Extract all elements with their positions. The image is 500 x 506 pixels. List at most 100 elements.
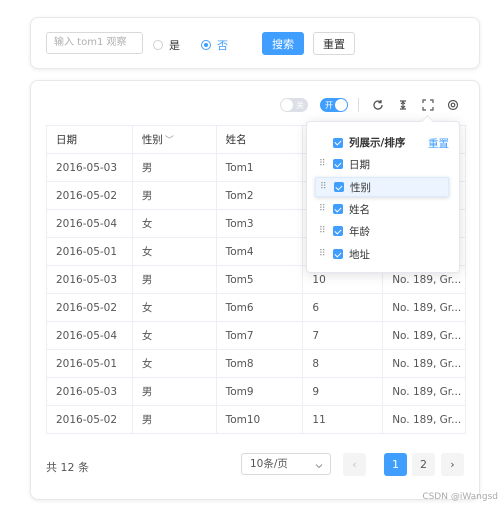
table-cell: Tom6 [215, 293, 304, 322]
column-checkbox[interactable] [333, 159, 343, 169]
table-cell: 女 [131, 209, 217, 238]
table-cell: Tom3 [215, 209, 304, 238]
table-cell: No. 189, Gr... [382, 377, 466, 406]
radio-no-label: 否 [217, 39, 228, 52]
column-checkbox[interactable] [333, 226, 343, 236]
column-option-label: 日期 [349, 158, 370, 171]
table-cell: Tom5 [215, 265, 304, 294]
search-input[interactable]: 输入 tom1 观察 [46, 32, 143, 54]
column-option-label: 年龄 [349, 225, 370, 238]
drag-handle-icon[interactable]: ⠿ [319, 159, 327, 169]
prev-page-button[interactable]: ‹ [343, 453, 366, 476]
table-cell: 男 [131, 405, 217, 434]
table-cell: 7 [302, 321, 384, 350]
table-cell: 2016-05-02 [46, 181, 133, 210]
table-cell: No. 189, Gr... [382, 405, 466, 434]
toolbar-divider [358, 98, 359, 112]
filter-chevron-icon[interactable]: ﹀ [165, 136, 174, 146]
column-option-item[interactable]: ⠿ 地址 [315, 244, 449, 264]
table-cell: 男 [131, 153, 217, 182]
switch-knob [335, 99, 347, 111]
table-cell: Tom4 [215, 237, 304, 266]
page-size-value: 10条/页 [250, 458, 288, 470]
column-checkbox[interactable] [333, 204, 343, 214]
fullscreen-icon[interactable] [421, 98, 435, 112]
table-cell: No. 189, Gr... [382, 349, 466, 378]
table-cell: 2016-05-01 [46, 349, 133, 378]
column-header-gender[interactable]: 性别 ﹀ [131, 125, 217, 154]
toggle-off-switch[interactable]: 关 [280, 98, 308, 112]
drag-handle-icon[interactable]: ⠿ [319, 204, 327, 214]
popover-reset-button[interactable]: 重置 [428, 136, 449, 151]
table-row: 2016-05-04 女 Tom7 7 No. 189, Gr... [46, 321, 466, 350]
drag-handle-icon[interactable]: ⠿ [319, 249, 327, 259]
table-row: 2016-05-03 男 Tom9 9 No. 189, Gr... [46, 377, 466, 406]
table-cell: 2016-05-03 [46, 377, 133, 406]
toggle-on-switch[interactable]: 开 [320, 98, 348, 112]
table-cell: 女 [131, 237, 217, 266]
drag-handle-icon[interactable]: ⠿ [320, 182, 328, 192]
search-button[interactable]: 搜索 [262, 32, 304, 55]
column-option-item[interactable]: ⠿ 日期 [315, 154, 449, 174]
column-checkbox[interactable] [334, 182, 344, 192]
table-cell: 2016-05-04 [46, 209, 133, 238]
table-cell: 男 [131, 181, 217, 210]
table-cell: 2016-05-04 [46, 321, 133, 350]
drag-handle-icon[interactable]: ⠿ [319, 226, 327, 236]
radio-yes[interactable]: 是 [153, 37, 180, 53]
select-all-checkbox[interactable] [333, 137, 343, 148]
switch-on-label: 开 [325, 100, 333, 110]
watermark: CSDN @iWangsd [422, 492, 498, 502]
table-cell: 女 [131, 349, 217, 378]
density-icon[interactable] [396, 98, 410, 112]
table-cell: Tom9 [215, 377, 304, 406]
radio-yes-dot[interactable] [153, 40, 163, 50]
table-row: 2016-05-01 女 Tom8 8 No. 189, Gr... [46, 349, 466, 378]
table-cell: 2016-05-02 [46, 405, 133, 434]
table-row: 2016-05-02 女 Tom6 6 No. 189, Gr... [46, 293, 466, 322]
table-cell: 11 [302, 405, 384, 434]
table-row: 2016-05-02 男 Tom10 11 No. 189, Gr... [46, 405, 466, 434]
search-card: 输入 tom1 观察 是 否 搜索 重置 [30, 17, 480, 69]
table-cell: 9 [302, 377, 384, 406]
table-cell: 男 [131, 377, 217, 406]
radio-no[interactable]: 否 [201, 37, 228, 53]
settings-icon[interactable] [446, 98, 460, 112]
table-cell: Tom10 [215, 405, 304, 434]
radio-yes-label: 是 [169, 39, 180, 52]
reset-button[interactable]: 重置 [313, 32, 355, 55]
table-cell: 2016-05-02 [46, 293, 133, 322]
page-2-button[interactable]: 2 [412, 453, 435, 476]
column-option-item[interactable]: ⠿ 年龄 [315, 221, 449, 241]
table-cell: 6 [302, 293, 384, 322]
column-header-label: 性别 [141, 134, 163, 146]
switch-off-label: 关 [296, 100, 304, 110]
table-cell: 8 [302, 349, 384, 378]
table-cell: 2016-05-03 [46, 153, 133, 182]
table-cell: Tom7 [215, 321, 304, 350]
column-option-item[interactable]: ⠿ 姓名 [315, 199, 449, 219]
table-cell: No. 189, Gr... [382, 321, 466, 350]
column-header-name[interactable]: 姓名 [215, 125, 304, 154]
radio-no-dot[interactable] [201, 40, 211, 50]
table-cell: 男 [131, 265, 217, 294]
page-1-button[interactable]: 1 [384, 453, 407, 476]
table-cell: 女 [131, 293, 217, 322]
column-header-date[interactable]: 日期 [46, 125, 133, 154]
column-settings-popover: 列展示/排序 重置 ⠿ 日期 ⠿ 性别 ⠿ 姓名 ⠿ 年龄 ⠿ 地址 [306, 121, 460, 273]
column-option-item[interactable]: ⠿ 性别 [315, 177, 449, 197]
popover-header: 列展示/排序 [333, 135, 405, 150]
switch-knob [281, 99, 293, 111]
table-cell: Tom2 [215, 181, 304, 210]
chevron-down-icon [314, 458, 324, 478]
column-option-label: 地址 [349, 248, 370, 261]
column-checkbox[interactable] [333, 249, 343, 259]
column-option-label: 姓名 [349, 203, 370, 216]
table-cell: 2016-05-03 [46, 265, 133, 294]
refresh-icon[interactable] [371, 98, 385, 112]
table-cell: Tom1 [215, 153, 304, 182]
popover-title: 列展示/排序 [349, 137, 406, 149]
next-page-button[interactable]: › [441, 453, 464, 476]
page-size-select[interactable]: 10条/页 [241, 453, 331, 475]
table-cell: 2016-05-01 [46, 237, 133, 266]
